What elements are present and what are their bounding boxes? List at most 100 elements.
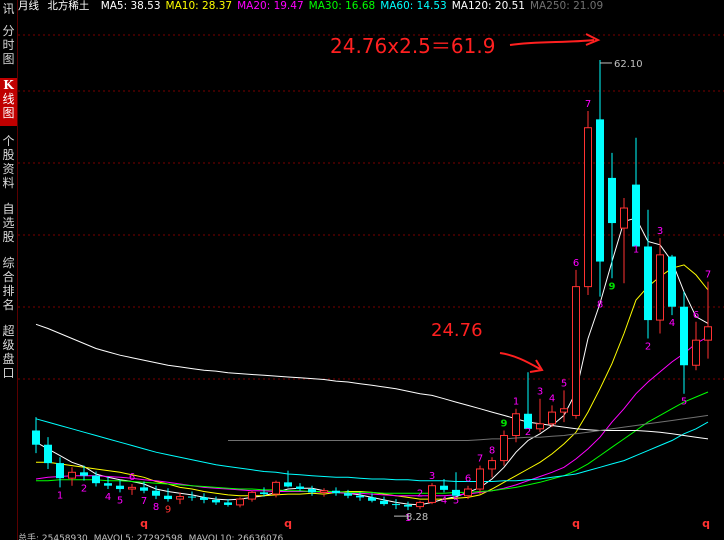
- candle-body-up: [692, 339, 700, 366]
- candle-body-down: [104, 483, 112, 486]
- td-count-label: 4: [549, 393, 555, 404]
- candle-body-up: [584, 127, 592, 288]
- td-count-label: 3: [657, 226, 663, 237]
- candle-body-down: [140, 487, 148, 491]
- candle-body-down: [596, 119, 604, 262]
- candle-body-down: [92, 475, 100, 484]
- period-label[interactable]: 月线: [18, 0, 39, 12]
- candle-body-down: [644, 246, 652, 321]
- candle-body-down: [224, 502, 232, 505]
- top-label: 讯: [2, 2, 15, 16]
- candle-body-up: [248, 491, 256, 500]
- tab-time-share-label: 分时图: [2, 24, 15, 66]
- candle-body-up: [500, 435, 508, 462]
- candle-body-up: [236, 498, 244, 506]
- tab-ranking[interactable]: 综合排名: [0, 256, 17, 316]
- ma-line-ma30: [36, 391, 709, 494]
- low-price-label: 8.28: [406, 512, 428, 523]
- td-count-label: 2: [417, 489, 423, 500]
- candle-body-down: [200, 497, 208, 500]
- bottom-marker: q: [572, 517, 580, 530]
- candle-body-up: [320, 490, 328, 493]
- td-count-label: 8: [153, 502, 159, 513]
- candle-body-down: [404, 504, 412, 507]
- ma-legend-item: MA60: 14.53: [380, 0, 447, 12]
- candle-body-down: [212, 499, 220, 503]
- candle-body-down: [296, 486, 304, 490]
- candle-body-up: [68, 471, 76, 479]
- td-count-label: 6: [129, 472, 135, 483]
- candle-body-down: [56, 463, 64, 479]
- td-count-label: 9: [501, 418, 508, 429]
- tab-ranking-label: 综合排名: [2, 256, 15, 312]
- ma-line-ma10: [36, 264, 709, 500]
- td-count-label: 6: [465, 474, 471, 485]
- volume-footer: 总手: 25458930 MAVOL5: 27292598 MAVOL10: 266…: [18, 532, 724, 540]
- tab-super-panel[interactable]: 超级盘口: [0, 324, 17, 384]
- candle-body-up: [656, 254, 664, 321]
- candle-body-down: [368, 497, 376, 501]
- td-count-label: 7: [141, 496, 147, 507]
- td-count-label: 3: [537, 387, 543, 398]
- kline-chart[interactable]: 124 5678 91234 56789123456789123456762.108.…: [18, 13, 724, 535]
- candle-body-down: [440, 485, 448, 490]
- tab-stock-info[interactable]: 个股资料: [0, 134, 17, 194]
- candle-body-up: [464, 488, 472, 497]
- ma-legend-item: MA10: 28.37: [165, 0, 233, 12]
- volume-stat: MAVOL5: 27292598: [93, 534, 183, 540]
- candle-body-down: [188, 496, 196, 498]
- candle-body-down: [260, 492, 268, 495]
- candle-body-down: [608, 177, 616, 224]
- volume-stat: MAVOL10: 26636076: [188, 534, 284, 540]
- candle-body-up: [488, 460, 496, 470]
- td-count-label: 1: [57, 490, 63, 501]
- formula-annotation: 24.76x2.5＝61.9: [330, 34, 495, 58]
- td-count-label: 4: [441, 495, 447, 506]
- candle-body-up: [176, 496, 184, 500]
- level-arrow: [499, 352, 541, 370]
- candle-body-down: [344, 493, 352, 496]
- candle-body-up: [704, 326, 712, 341]
- bottom-marker: q: [702, 517, 710, 530]
- tab-watchlist[interactable]: 自选股: [0, 202, 17, 248]
- ma-legend-item: MA250: 21.09: [529, 0, 604, 12]
- td-count-label: 6: [693, 310, 699, 321]
- td-count-label: 4: [105, 492, 111, 503]
- candle-body-down: [632, 184, 640, 247]
- candle-body-down: [680, 306, 688, 366]
- tab-kline[interactable]: K线图: [0, 78, 17, 126]
- td-count-label: 1: [633, 244, 639, 255]
- td-count-label: 2: [525, 427, 531, 438]
- high-price-label: 62.10: [614, 59, 643, 70]
- tab-kline-label: K线图: [2, 78, 15, 120]
- candle-body-up: [128, 486, 136, 490]
- candle-body-up: [428, 485, 436, 503]
- candle-body-down: [152, 490, 160, 496]
- formula-arrow: [509, 39, 595, 46]
- bottom-marker: q: [284, 517, 292, 530]
- candle-body-down: [116, 485, 124, 490]
- candle-body-up: [548, 411, 556, 425]
- candle-body-down: [32, 430, 40, 445]
- ma-legend-item: MA5: 38.53: [100, 0, 161, 12]
- candle-body-down: [284, 482, 292, 487]
- chart-header: 月线 北方稀土 MA5: 38.53 MA10: 28.37 MA20: 19.47…: [18, 0, 724, 13]
- td-count-label: 6: [573, 258, 579, 269]
- candle-body-down: [392, 504, 400, 506]
- candle-body-up: [476, 468, 484, 490]
- candle-body-up: [560, 408, 568, 413]
- candle-body-down: [668, 256, 676, 307]
- td-count-label: 5: [453, 495, 459, 506]
- td-count-label: 7: [585, 99, 591, 110]
- sidebar: 讯 分时图 K线图 个股资料 自选股 综合排名 超级盘口: [0, 0, 18, 540]
- ma-line-ma250: [228, 414, 709, 441]
- candle-body-up: [536, 423, 544, 430]
- tab-time-share[interactable]: 分时图: [0, 24, 17, 70]
- td-count-label: 9: [165, 505, 171, 516]
- td-count-label: 1: [513, 397, 519, 408]
- tab-super-panel-label: 超级盘口: [2, 324, 15, 380]
- tab-watchlist-label: 自选股: [2, 202, 15, 244]
- candle-body-down: [308, 489, 316, 493]
- candle-body-up: [512, 413, 520, 437]
- td-count-label: 3: [429, 471, 435, 482]
